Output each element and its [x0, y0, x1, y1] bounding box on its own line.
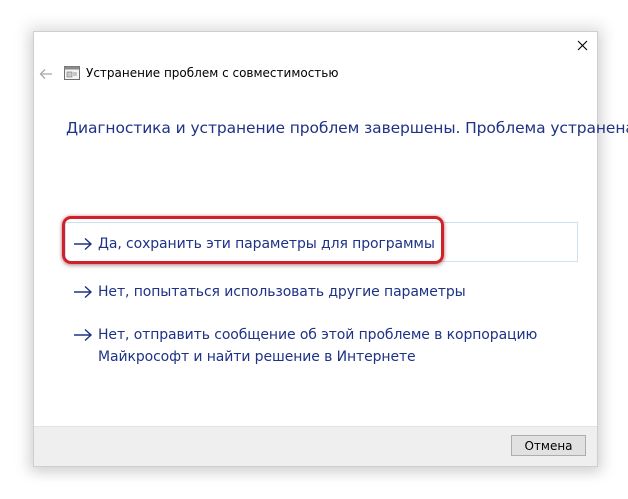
close-icon	[577, 40, 588, 50]
arrow-right-icon	[74, 328, 93, 342]
close-button[interactable]	[568, 32, 597, 58]
dialog-footer: Отмена	[34, 426, 597, 466]
window-title: Устранение проблем с совместимостью	[86, 66, 339, 80]
compatibility-troubleshooter-icon	[64, 66, 80, 80]
highlight-annotation	[62, 216, 444, 264]
option-report-problem[interactable]: Нет, отправить сообщение об этой проблем…	[73, 324, 568, 368]
option-try-other-settings-label: Нет, попытаться использовать другие пара…	[98, 284, 466, 300]
troubleshooter-dialog: Устранение проблем с совместимостью Диаг…	[33, 31, 628, 467]
back-arrow-icon	[39, 69, 52, 79]
arrow-right-icon	[74, 285, 93, 299]
back-button[interactable]	[37, 65, 55, 83]
option-try-other-settings[interactable]: Нет, попытаться использовать другие пара…	[73, 281, 466, 303]
cancel-button[interactable]: Отмена	[511, 435, 586, 456]
result-question-heading: Диагностика и устранение проблем заверше…	[66, 119, 628, 137]
option-report-problem-label: Нет, отправить сообщение об этой проблем…	[98, 327, 538, 365]
